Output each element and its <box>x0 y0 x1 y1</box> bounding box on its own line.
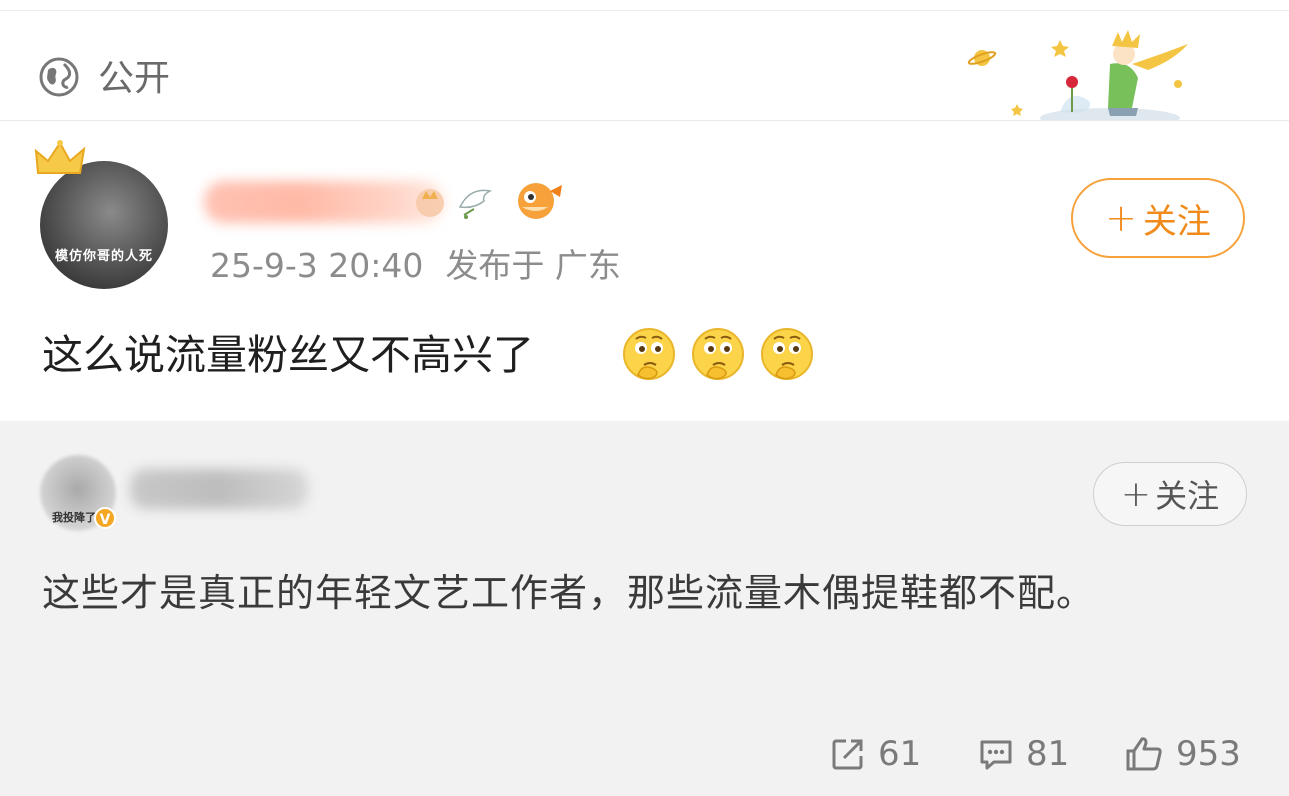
repost-action[interactable]: 61 <box>830 729 921 779</box>
comment-action[interactable]: 81 <box>978 729 1069 779</box>
reply-avatar-tag: 我投降了 <box>52 511 96 524</box>
post-meta: 25-9-3 20:40 发布于 广东 <box>210 245 621 287</box>
author-name-blurred[interactable] <box>204 181 444 223</box>
repost-count: 61 <box>878 734 922 774</box>
share-icon <box>832 739 863 770</box>
like-action[interactable]: 953 <box>1124 729 1241 779</box>
top-divider <box>0 10 1289 11</box>
post-text: 这么说流量粉丝又不高兴了 <box>42 331 534 379</box>
reply-author-name-blurred[interactable] <box>130 469 308 509</box>
user-badges <box>416 183 562 219</box>
post-timestamp: 25-9-3 20:40 <box>210 246 424 285</box>
visibility-header: 公开 <box>0 12 1289 128</box>
thinking-face-emoji-icon <box>761 328 814 380</box>
little-prince-illustration <box>967 30 1188 128</box>
like-count: 953 <box>1176 734 1241 774</box>
emoji-row <box>620 325 822 387</box>
comment-count: 81 <box>1026 734 1070 774</box>
thumbs-up-icon <box>1126 737 1162 771</box>
verified-badge-icon: V <box>94 507 116 529</box>
reply-follow-button[interactable]: + 关注 <box>1093 462 1247 526</box>
thinking-face-emoji-icon <box>692 328 745 380</box>
comment-icon <box>980 740 1012 770</box>
thinking-face-emoji-icon <box>623 328 675 380</box>
plus-icon: + <box>1105 196 1137 240</box>
crown-badge-icon <box>416 189 444 217</box>
post-location: 发布于 广东 <box>445 246 621 285</box>
globe-icon <box>39 57 79 97</box>
reply-follow-label: 关注 <box>1155 477 1220 515</box>
reply-text: 这些才是真正的年轻文艺工作者，那些流量木偶提鞋都不配。 <box>42 571 1096 615</box>
crown-icon <box>34 140 86 174</box>
quoted-reply-card[interactable]: 我投降了 V + 关注 这些才是真正的年轻文艺工作者，那些流量木偶提鞋都不配。 … <box>0 421 1289 796</box>
plus-icon: + <box>1120 473 1152 515</box>
visibility-label: 公开 <box>98 58 171 99</box>
avatar-caption: 模仿你哥的人死 <box>54 249 153 264</box>
post-card: 模仿你哥的人死 25-9-3 20:40 发布于 广东 + 关注 这么说流量粉丝… <box>0 121 1289 421</box>
fish-badge-icon <box>518 183 562 219</box>
follow-label: 关注 <box>1142 201 1211 242</box>
post-author-avatar[interactable]: 模仿你哥的人死 <box>34 140 168 289</box>
follow-button[interactable]: + 关注 <box>1071 178 1245 258</box>
dove-icon <box>458 189 493 219</box>
